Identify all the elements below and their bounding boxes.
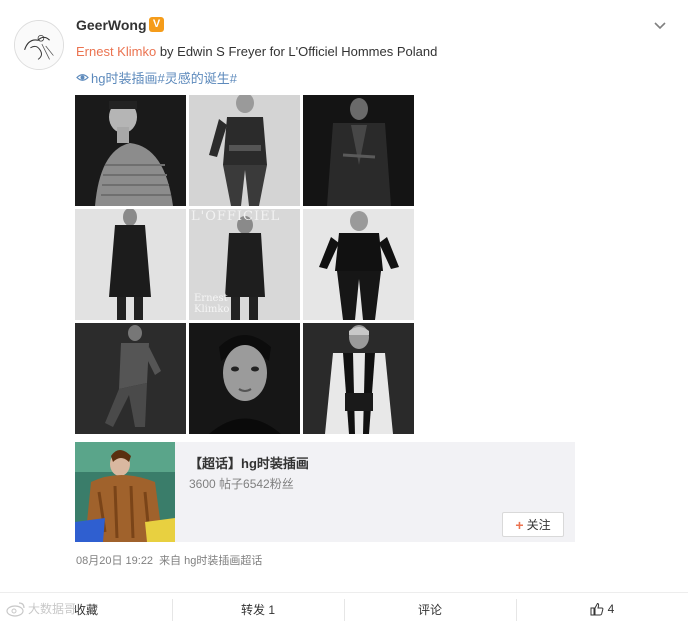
- like-count: 4: [607, 602, 615, 616]
- weibo-post-card: GeerWong V Ernest Klimko by Edwin S Frey…: [0, 0, 688, 625]
- photo-9[interactable]: [303, 323, 414, 434]
- weibo-logo-icon: [6, 601, 26, 617]
- photo-knit-sweater-icon: [75, 95, 186, 206]
- photo-8[interactable]: [189, 323, 300, 434]
- favorite-label: 收藏: [73, 602, 98, 617]
- fur-coat-illustration-icon: [75, 442, 175, 542]
- follow-button-label: 关注: [526, 518, 551, 532]
- post-meta: 08月20日 19:22 来自 hg时装插画超话: [76, 552, 262, 568]
- hashtag-text[interactable]: hg时装插画#灵感的诞生#: [91, 68, 237, 87]
- action-bar: 收藏 转发 1 评论 4: [0, 592, 688, 625]
- photo-portrait-icon: [189, 323, 300, 434]
- photo-2[interactable]: [189, 95, 300, 206]
- photo-3[interactable]: [303, 95, 414, 206]
- super-topic-icon: [76, 71, 89, 84]
- photo-5[interactable]: L'OFFICIEL Ernest Klimko: [189, 209, 300, 320]
- follow-button[interactable]: + 关注: [502, 512, 564, 537]
- topic-title[interactable]: 【超话】hg时装插画: [189, 453, 309, 472]
- photo-long-coat-icon: [75, 209, 186, 320]
- post-text: Ernest Klimko by Edwin S Freyer for L'Of…: [76, 44, 437, 59]
- magazine-cover-name: Ernest Klimko: [194, 293, 230, 315]
- magazine-cover-title: L'OFFICIEL: [191, 209, 281, 224]
- comment-button[interactable]: 评论: [344, 593, 516, 625]
- hashtag-line[interactable]: hg时装插画#灵感的诞生#: [76, 68, 237, 87]
- thumbs-up-icon: [590, 602, 604, 616]
- photo-black-outfit-icon: [303, 209, 414, 320]
- photo-dark-coat-icon: [303, 95, 414, 206]
- post-text-body: by Edwin S Freyer for L'Officiel Hommes …: [156, 44, 438, 59]
- post-source[interactable]: 来自 hg时装插画超话: [159, 552, 262, 568]
- watermark-text: 大数据哥: [28, 602, 77, 616]
- username[interactable]: GeerWong: [76, 17, 147, 33]
- comment-label: 评论: [417, 602, 442, 617]
- super-topic-card[interactable]: 【超话】hg时装插画 3600 帖子6542粉丝 + 关注: [75, 442, 575, 542]
- photo-leather-jacket-icon: [189, 95, 300, 206]
- like-button[interactable]: 4: [516, 593, 688, 625]
- plus-icon: +: [515, 516, 524, 533]
- mention-link[interactable]: Ernest Klimko: [76, 44, 156, 59]
- photo-7[interactable]: [75, 323, 186, 434]
- photo-harness-shirt-icon: [303, 323, 414, 434]
- post-timestamp[interactable]: 08月20日 19:22: [76, 552, 153, 568]
- photo-crouching-pose-icon: [75, 323, 186, 434]
- topic-thumbnail: [75, 442, 175, 542]
- repost-button[interactable]: 转发 1: [172, 593, 344, 625]
- photo-1[interactable]: [75, 95, 186, 206]
- user-avatar[interactable]: [14, 20, 64, 70]
- photo-6[interactable]: [303, 209, 414, 320]
- photo-4[interactable]: [75, 209, 186, 320]
- photo-grid: L'OFFICIEL Ernest Klimko: [75, 95, 414, 434]
- watermark: 大数据哥: [6, 600, 76, 617]
- repost-label: 转发 1: [240, 602, 275, 617]
- verified-badge-icon: V: [149, 17, 164, 32]
- topic-stats: 3600 帖子6542粉丝: [189, 477, 294, 491]
- chevron-down-icon[interactable]: [652, 18, 668, 34]
